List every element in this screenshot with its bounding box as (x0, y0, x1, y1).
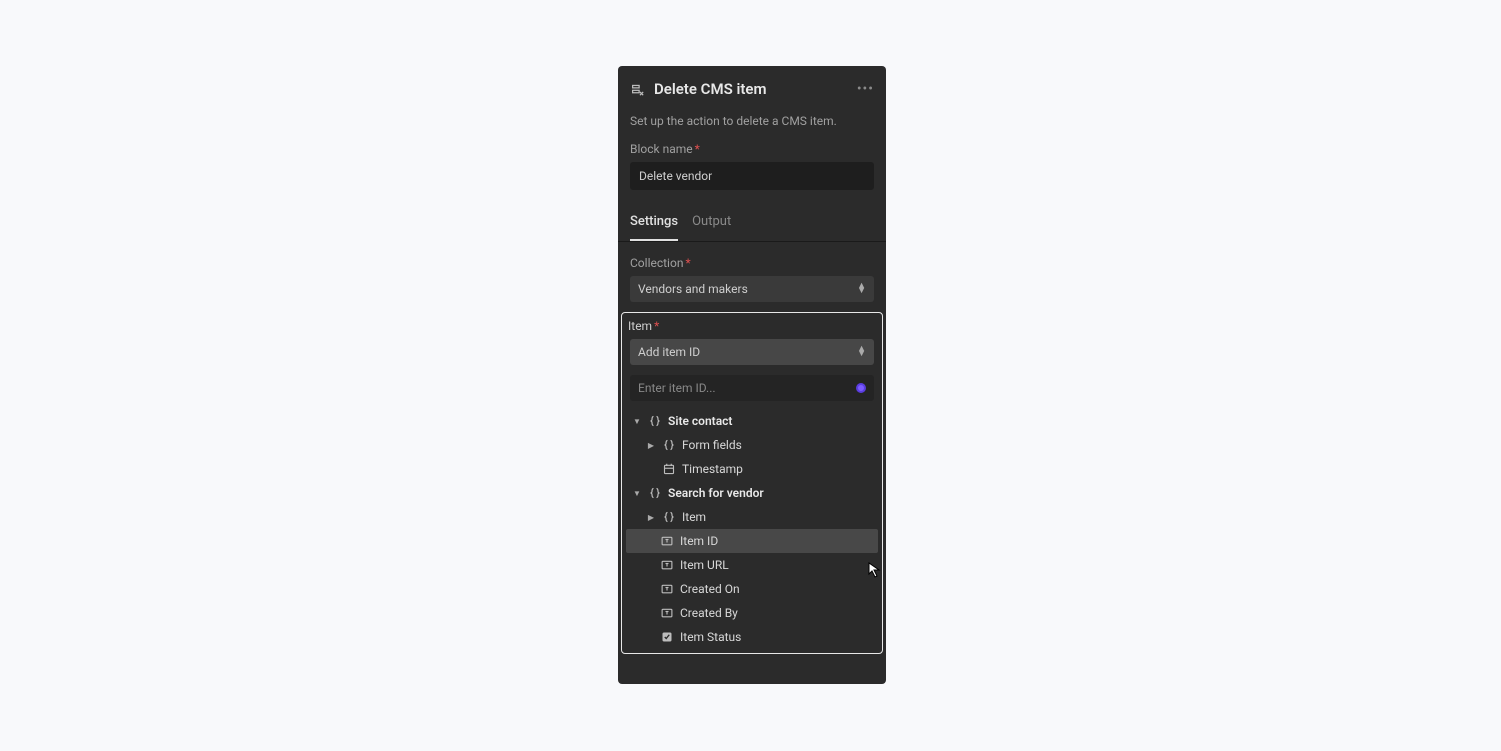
chevron-updown-icon: ▲▼ (857, 347, 866, 358)
item-dropdown: Item* Add item ID ▲▼ ▼ Site contact ▶ (621, 312, 883, 654)
tree-label: Created By (680, 606, 738, 620)
config-panel: Delete CMS item ••• Set up the action to… (618, 66, 886, 684)
required-star: * (695, 142, 700, 156)
collection-select[interactable]: Vendors and makers ▲▼ (630, 276, 874, 302)
chevron-right-icon: ▶ (646, 441, 656, 450)
tabs: Settings Output (618, 204, 886, 242)
panel-title: Delete CMS item (654, 80, 847, 98)
braces-icon (662, 438, 676, 452)
item-label-text: Item (628, 319, 652, 333)
tree-label: Timestamp (682, 462, 743, 476)
braces-icon (648, 486, 662, 500)
variable-tree: ▼ Site contact ▶ Form fields Timestamp (624, 409, 880, 649)
collection-value: Vendors and makers (638, 282, 748, 296)
checkbox-icon (660, 630, 674, 644)
tree-label: Site contact (668, 414, 732, 428)
text-field-icon (660, 558, 674, 572)
item-select[interactable]: Add item ID ▲▼ (630, 339, 874, 365)
item-label: Item* (624, 317, 880, 339)
tree-group-site-contact[interactable]: ▼ Site contact (626, 409, 878, 433)
text-field-icon (660, 606, 674, 620)
braces-icon (648, 414, 662, 428)
tree-label: Item Status (680, 630, 741, 644)
required-star: * (685, 256, 690, 270)
tree-item-item-status[interactable]: Item Status (626, 625, 878, 649)
block-name-input[interactable] (630, 162, 874, 190)
tab-settings[interactable]: Settings (630, 204, 678, 241)
tab-output[interactable]: Output (692, 204, 731, 241)
tree-label: Item ID (680, 534, 718, 548)
panel-description: Set up the action to delete a CMS item. (618, 108, 886, 142)
item-select-placeholder: Add item ID (638, 345, 700, 359)
tree-item-item-url[interactable]: Item URL (626, 553, 878, 577)
chevron-right-icon: ▶ (646, 513, 656, 522)
tree-item-created-by[interactable]: Created By (626, 601, 878, 625)
tree-label: Search for vendor (668, 486, 764, 500)
item-search-row (630, 375, 874, 401)
variable-indicator-icon[interactable] (856, 383, 866, 393)
tree-item-item[interactable]: ▶ Item (626, 505, 878, 529)
chevron-updown-icon: ▲▼ (857, 284, 866, 295)
braces-icon (662, 510, 676, 524)
tree-label: Item (682, 510, 706, 524)
calendar-icon (662, 462, 676, 476)
required-star: * (654, 319, 659, 333)
tree-group-search-vendor[interactable]: ▼ Search for vendor (626, 481, 878, 505)
tree-label: Form fields (682, 438, 742, 452)
panel-header: Delete CMS item ••• (618, 66, 886, 108)
tree-item-form-fields[interactable]: ▶ Form fields (626, 433, 878, 457)
chevron-down-icon: ▼ (632, 417, 642, 426)
block-name-label: Block name* (618, 142, 886, 162)
delete-block-icon (630, 82, 644, 96)
text-field-icon (660, 534, 674, 548)
chevron-down-icon: ▼ (632, 489, 642, 498)
more-icon[interactable]: ••• (857, 81, 874, 97)
item-search-input[interactable] (638, 381, 856, 395)
collection-label: Collection* (630, 256, 874, 276)
tree-label: Created On (680, 582, 740, 596)
block-name-label-text: Block name (630, 142, 693, 156)
tree-label: Item URL (680, 558, 729, 572)
tree-item-timestamp[interactable]: Timestamp (626, 457, 878, 481)
tree-item-created-on[interactable]: Created On (626, 577, 878, 601)
tree-item-item-id[interactable]: Item ID (626, 529, 878, 553)
text-field-icon (660, 582, 674, 596)
collection-label-text: Collection (630, 256, 683, 270)
settings-section: Collection* (618, 242, 886, 276)
